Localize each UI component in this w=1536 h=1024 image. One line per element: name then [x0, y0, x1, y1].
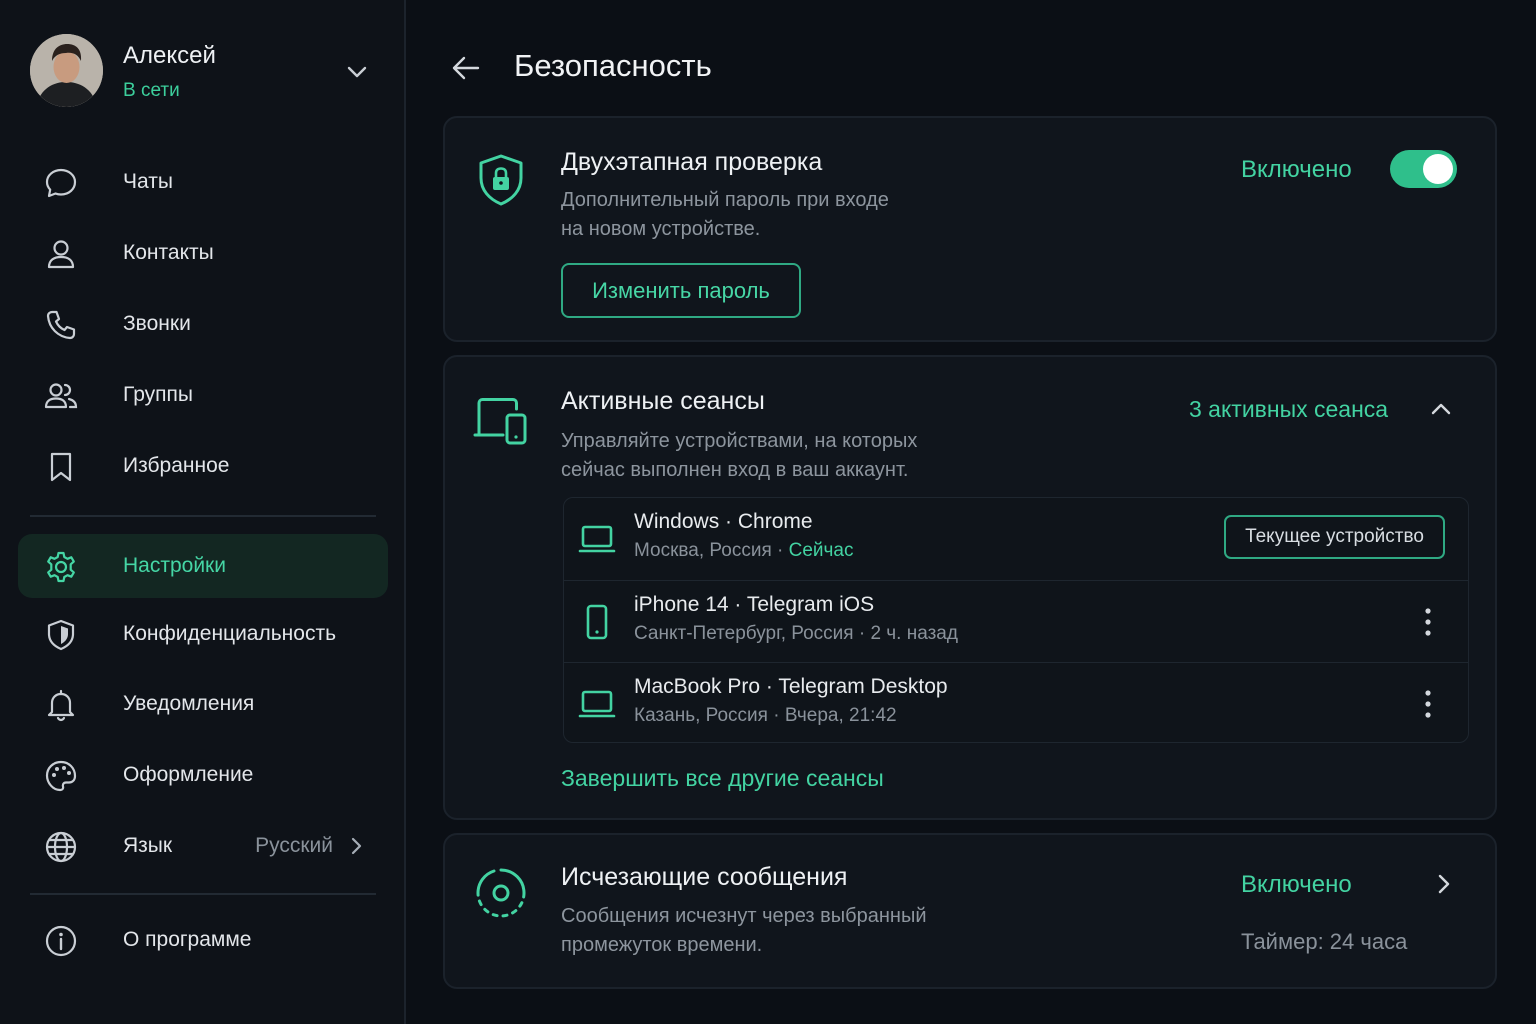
description-line: на новом устройстве.: [561, 218, 761, 240]
sidebar-item-favorites[interactable]: Избранное: [18, 434, 388, 498]
sidebar-divider: [30, 893, 376, 895]
active-sessions-card: Активные сеансы Управляйте устройствами,…: [443, 355, 1497, 820]
chevron-right-icon: [346, 836, 366, 856]
profile-header[interactable]: Алексей В сети: [30, 34, 375, 108]
sessions-list: Windows · Chrome Москва, Россия · Сейчас…: [563, 497, 1469, 743]
disappearing-description: Сообщения исчезнут через выбранный проме…: [561, 902, 1041, 960]
sidebar-item-label: Конфиденциальность: [123, 622, 337, 645]
more-options-icon[interactable]: [1418, 687, 1438, 721]
bell-icon: [44, 688, 78, 722]
language-value: Русский: [255, 834, 333, 857]
two-step-description: Дополнительный пароль при входе на новом…: [561, 186, 991, 244]
user-icon: [44, 237, 78, 271]
two-step-card: Двухэтапная проверка Дополнительный паро…: [443, 116, 1497, 342]
shield-lock-icon: [473, 152, 529, 208]
sidebar-item-notifications[interactable]: Уведомления: [18, 672, 388, 736]
session-device: iPhone 14 · Telegram iOS: [634, 593, 875, 616]
session-row[interactable]: iPhone 14 · Telegram iOS Санкт-Петербург…: [564, 580, 1468, 662]
phone-icon: [578, 603, 616, 641]
change-password-button[interactable]: Изменить пароль: [561, 263, 801, 318]
profile-status: В сети: [123, 80, 180, 101]
sidebar-item-label: Язык: [123, 834, 173, 857]
sidebar: Алексей В сети Чаты Контакты Звонки Груп…: [0, 0, 406, 1024]
gear-icon: [44, 550, 78, 584]
laptop-icon: [578, 520, 616, 558]
sidebar-item-appearance[interactable]: Оформление: [18, 743, 388, 807]
bookmark-icon: [44, 450, 78, 484]
two-step-status: Включено: [1241, 156, 1352, 183]
chevron-right-icon[interactable]: [1433, 873, 1455, 895]
disappearing-title: Исчезающие сообщения: [561, 863, 848, 891]
sidebar-item-label: Чаты: [123, 170, 173, 193]
sidebar-item-groups[interactable]: Группы: [18, 363, 388, 427]
back-arrow-icon[interactable]: [450, 52, 482, 84]
sidebar-item-label: Настройки: [123, 554, 226, 577]
sidebar-divider: [30, 515, 376, 517]
profile-name: Алексей: [123, 42, 216, 69]
sidebar-item-about[interactable]: О программе: [18, 908, 388, 972]
session-meta: Санкт-Петербург, Россия · 2 ч. назад: [634, 623, 958, 644]
description-line: сейчас выполнен вход в ваш аккаунт.: [561, 459, 909, 481]
sidebar-item-label: Оформление: [123, 763, 254, 786]
more-options-icon[interactable]: [1418, 605, 1438, 639]
sidebar-item-privacy[interactable]: Конфиденциальность: [18, 602, 388, 666]
current-device-badge: Текущее устройство: [1224, 515, 1445, 559]
chevron-up-icon[interactable]: [1429, 397, 1453, 421]
devices-icon: [473, 393, 529, 449]
session-meta: Казань, Россия · Вчера, 21:42: [634, 705, 897, 726]
sidebar-item-settings[interactable]: Настройки: [18, 534, 388, 598]
disappearing-status: Включено: [1241, 871, 1352, 898]
sessions-title: Активные сеансы: [561, 387, 765, 415]
sidebar-item-calls[interactable]: Звонки: [18, 292, 388, 356]
shield-icon: [44, 618, 78, 652]
globe-icon: [44, 830, 78, 864]
sidebar-item-label: Контакты: [123, 241, 214, 264]
description-line: Сообщения исчезнут через выбранный: [561, 905, 927, 927]
sessions-description: Управляйте устройствами, на которых сейч…: [561, 427, 1041, 485]
sidebar-item-label: Звонки: [123, 312, 191, 335]
palette-icon: [44, 759, 78, 793]
two-step-toggle[interactable]: [1390, 150, 1457, 188]
timer-icon: [473, 865, 529, 921]
description-line: Дополнительный пароль при входе: [561, 189, 889, 211]
sidebar-item-language[interactable]: Язык Русский: [18, 814, 388, 878]
phone-call-icon: [44, 308, 78, 342]
description-line: промежуток времени.: [561, 934, 763, 956]
session-location: Москва, Россия ·: [634, 540, 789, 561]
session-device: MacBook Pro · Telegram Desktop: [634, 675, 948, 698]
two-step-title: Двухэтапная проверка: [561, 148, 823, 176]
avatar: [30, 34, 103, 107]
laptop-icon: [578, 685, 616, 723]
sidebar-item-contacts[interactable]: Контакты: [18, 221, 388, 285]
info-icon: [44, 924, 78, 958]
terminate-all-sessions-link[interactable]: Завершить все другие сеансы: [561, 765, 884, 792]
sidebar-item-label: Группы: [123, 383, 193, 406]
chevron-down-icon[interactable]: [343, 58, 371, 86]
disappearing-messages-card[interactable]: Исчезающие сообщения Сообщения исчезнут …: [443, 833, 1497, 989]
disappearing-timer: Таймер: 24 часа: [1241, 929, 1408, 954]
session-time: Сейчас: [788, 540, 854, 561]
session-row[interactable]: MacBook Pro · Telegram Desktop Казань, Р…: [564, 662, 1468, 744]
sessions-count[interactable]: 3 активных сеанса: [1189, 396, 1388, 423]
chat-bubble-icon: [44, 166, 78, 200]
group-users-icon: [44, 379, 78, 413]
session-row[interactable]: Windows · Chrome Москва, Россия · Сейчас…: [564, 498, 1468, 580]
sidebar-item-label: Уведомления: [123, 692, 255, 715]
session-device: Windows · Chrome: [634, 510, 813, 533]
toggle-knob: [1423, 154, 1453, 184]
sidebar-item-chats[interactable]: Чаты: [18, 150, 388, 214]
sidebar-item-label: О программе: [123, 928, 252, 951]
description-line: Управляйте устройствами, на которых: [561, 430, 918, 452]
sidebar-item-label: Избранное: [123, 454, 230, 477]
session-meta: Москва, Россия · Сейчас: [634, 540, 854, 562]
page-title: Безопасность: [514, 48, 712, 83]
